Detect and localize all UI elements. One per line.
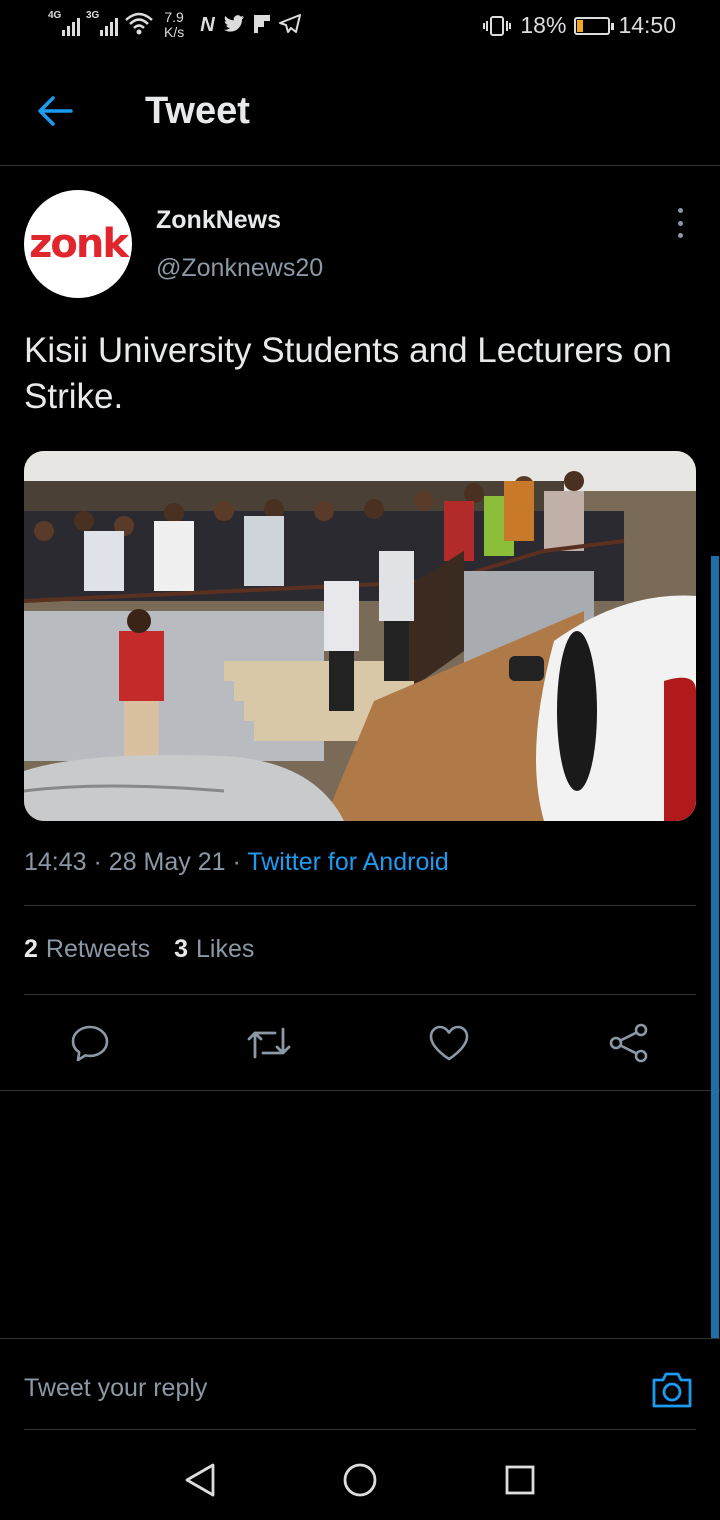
divider [24, 994, 696, 995]
author-name[interactable]: ZonkNews [156, 206, 281, 235]
tweet-video[interactable] [24, 451, 696, 821]
author-handle[interactable]: @Zonknews20 [156, 254, 323, 283]
page-title: Tweet [145, 90, 250, 132]
tweet-meta: 14:43 · 28 May 21 · Twitter for Android [24, 848, 449, 877]
battery-icon [574, 16, 615, 35]
nav-home-button[interactable] [330, 1450, 390, 1510]
divider [24, 1429, 696, 1430]
telegram-icon [278, 14, 301, 33]
meta-separator: · [232, 848, 248, 876]
tweet-source-link[interactable]: Twitter for Android [247, 848, 448, 876]
nav-recents-button[interactable] [490, 1450, 550, 1510]
network-type-1: 4G [48, 10, 62, 21]
zonk-logo: zonk [29, 221, 129, 267]
vibrate-icon [483, 15, 512, 36]
retweets-stat[interactable]: 2 Retweets [24, 935, 150, 964]
more-dot-icon [677, 208, 683, 213]
likes-stat[interactable]: 3 Likes [174, 935, 254, 964]
likes-count: 3 [174, 935, 189, 963]
clock: 14:50 [618, 12, 676, 38]
signal-4g-icon: 4G [48, 10, 80, 36]
share-icon [609, 1023, 648, 1063]
reply-input[interactable]: Tweet your reply [24, 1374, 207, 1403]
triangle-back-icon [185, 1463, 215, 1497]
tweet-text: Kisii University Students and Lecturers … [24, 331, 672, 416]
reply-icon [71, 1025, 109, 1062]
notification-icons: N [200, 14, 301, 37]
more-options-button[interactable] [668, 204, 692, 242]
tweet-stats: 2 Retweets 3 Likes [24, 935, 254, 964]
scrollbar[interactable] [711, 556, 719, 1338]
divider [0, 1338, 720, 1339]
speed-value: 7.9 [164, 9, 184, 25]
system-nav-bar [0, 1432, 720, 1520]
retweet-icon [247, 1027, 291, 1059]
camera-button[interactable] [648, 1366, 696, 1414]
n-app-icon: N [200, 14, 215, 36]
more-dot-icon [677, 220, 683, 226]
speed-unit: K/s [164, 24, 185, 40]
reply-button[interactable] [60, 1010, 120, 1076]
circle-home-icon [343, 1463, 377, 1497]
likes-label: Likes [196, 935, 255, 963]
retweets-label: Retweets [45, 935, 151, 963]
camera-icon [652, 1372, 692, 1408]
flipboard-icon [253, 15, 270, 33]
square-recents-icon [505, 1465, 535, 1495]
tweet-time: 14:43 [24, 848, 87, 876]
back-button[interactable] [30, 86, 80, 136]
nav-back-button[interactable] [170, 1450, 230, 1510]
author-avatar[interactable]: zonk [24, 190, 132, 298]
video-frame [24, 451, 696, 821]
retweets-count: 2 [24, 935, 38, 963]
status-bar: 4G 3G 7.9 K/s N 18% 14:50 [0, 0, 720, 56]
meta-separator: · [93, 848, 109, 876]
like-icon [429, 1025, 469, 1061]
retweet-button[interactable] [239, 1010, 299, 1076]
divider [0, 1090, 720, 1091]
tweet-actions [0, 1010, 720, 1080]
top-app-bar: Tweet [0, 56, 720, 166]
signal-3g-icon: 3G [86, 10, 118, 36]
back-arrow-icon [38, 96, 73, 126]
battery-percent: 18% [520, 12, 567, 38]
wifi-icon [125, 12, 153, 35]
share-button[interactable] [599, 1010, 659, 1076]
network-speed: 7.9 K/s [164, 10, 184, 40]
tweet-date: 28 May 21 [108, 848, 226, 876]
network-type-2: 3G [86, 10, 100, 21]
divider [24, 905, 696, 906]
more-dot-icon [677, 233, 683, 238]
like-button[interactable] [419, 1010, 479, 1076]
twitter-icon [223, 15, 244, 32]
